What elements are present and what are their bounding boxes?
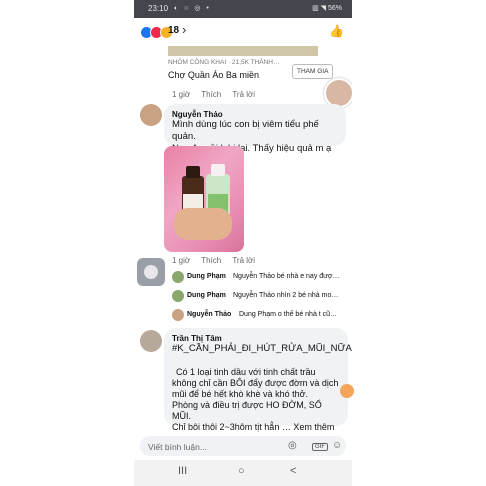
android-nav-bar: III ○ <: [134, 460, 352, 486]
reply-text: Nguyễn Thảo bé nhà e nay đượ…: [233, 273, 340, 280]
reply-author[interactable]: Dung Phạm: [187, 292, 226, 299]
avatar[interactable]: [140, 330, 162, 352]
comment-composer: Viết bình luận... ◎ GIF ☺: [134, 432, 352, 460]
group-meta: NHÓM CÔNG KHAI · 21,5K THÀNH…: [168, 59, 280, 66]
comment-placeholder: Viết bình luận...: [148, 442, 207, 452]
floating-chat-head[interactable]: [340, 384, 354, 398]
reply-item[interactable]: Nguyễn Thảo Dung Phạm o thế bé nhà t cũ…: [172, 309, 348, 323]
comment-bubble[interactable]: Trần Thị Tâm #K_CẦN_PHẢI_ĐI_HÚT_RỬA_MŨI_…: [164, 328, 352, 432]
shared-group-card[interactable]: NHÓM CÔNG KHAI · 21,5K THÀNH… Chợ Quần Á…: [162, 46, 346, 86]
group-title[interactable]: Chợ Quần Áo Ba miền: [168, 70, 259, 80]
hand: [174, 208, 232, 240]
comment-actions: 1 giờ Thích Trả lời: [172, 90, 264, 99]
camera-icon[interactable]: ◎: [288, 440, 297, 451]
comment-time: 1 giờ: [172, 256, 191, 265]
status-bar: 23:10 ◐ ○ ◎ • ▥ ◥ 56%: [134, 0, 352, 18]
like-comment-link[interactable]: Thích: [201, 256, 221, 265]
comment-text-line: mũi để bé hết khò khè và khó thở.: [172, 389, 308, 399]
comment-author[interactable]: Nguyễn Thảo: [172, 110, 338, 119]
comment-text-line: Mình dùng lúc con bị viêm tiểu phế quản.: [172, 119, 319, 142]
chevron-right-icon[interactable]: ›: [182, 22, 186, 37]
reply-author[interactable]: Dung Phạm: [187, 273, 226, 280]
like-comment-link[interactable]: Thích: [201, 90, 221, 99]
comment-actions: 1 giờ Thích Trả lời: [172, 256, 264, 265]
reply-item[interactable]: Dung Phạm Nguyễn Thảo bé nhà e nay đượ…: [172, 271, 348, 285]
system-icons: ▥ ◥ 56%: [312, 5, 342, 12]
reaction-count[interactable]: 18: [168, 25, 179, 36]
group-cover-image: [168, 46, 318, 56]
avatar[interactable]: [140, 104, 162, 126]
reaction-icons: [140, 26, 173, 39]
reaction-bar[interactable]: 18 › 👍: [134, 18, 352, 46]
phone-screen: 23:10 ◐ ○ ◎ • ▥ ◥ 56% 18 › 👍 NHÓM CÔNG K…: [134, 0, 352, 486]
status-time: 23:10: [148, 4, 169, 13]
comment-time: 1 giờ: [172, 90, 191, 99]
notification-icons: ◐ ○ ◎ •: [174, 5, 211, 12]
comment-text-line: không chỉ cần BÔI đẩy được đờm và dịch: [172, 378, 339, 388]
recents-icon[interactable]: III: [178, 465, 187, 477]
reply-comment-link[interactable]: Trả lời: [232, 90, 255, 99]
comment-hashtag[interactable]: #K_CẦN_PHẢI_ĐI_HÚT_RỬA_MŨI_NỮA: [172, 343, 352, 355]
gif-button[interactable]: GIF: [312, 443, 328, 451]
emoji-icon[interactable]: ☺: [332, 440, 342, 451]
comment-text-line: Có 1 loại tinh dầu với tinh chất trầu: [176, 367, 316, 377]
avatar: [172, 290, 184, 302]
back-icon[interactable]: <: [290, 465, 296, 477]
comment-bubble[interactable]: Nguyễn Thảo Mình dùng lúc con bị viêm ti…: [164, 104, 346, 154]
reply-text: Dung Phạm o thế bé nhà t cũ…: [239, 311, 338, 318]
like-button-icon[interactable]: 👍: [329, 24, 344, 38]
reply-comment-link[interactable]: Trả lời: [232, 256, 255, 265]
reply-item[interactable]: Dung Phạm Nguyễn Thảo nhìn 2 bé nhà mo…: [172, 290, 348, 304]
home-icon[interactable]: ○: [238, 465, 245, 477]
comment-author[interactable]: Trần Thị Tâm: [172, 334, 340, 343]
reply-author[interactable]: Nguyễn Thảo: [187, 311, 231, 318]
avatar: [172, 309, 184, 321]
comment-text-line: Phòng và điều trị được HO ĐỜM, SỔ MŨI.: [172, 400, 322, 421]
avatar: [172, 271, 184, 283]
join-group-button[interactable]: THAM GIA: [292, 64, 334, 79]
reply-text: Nguyễn Thảo nhìn 2 bé nhà mo…: [233, 292, 339, 299]
comment-photo[interactable]: [164, 146, 244, 252]
comment-input[interactable]: Viết bình luận... ◎ GIF ☺: [140, 436, 346, 456]
overlay-button[interactable]: [137, 258, 165, 286]
